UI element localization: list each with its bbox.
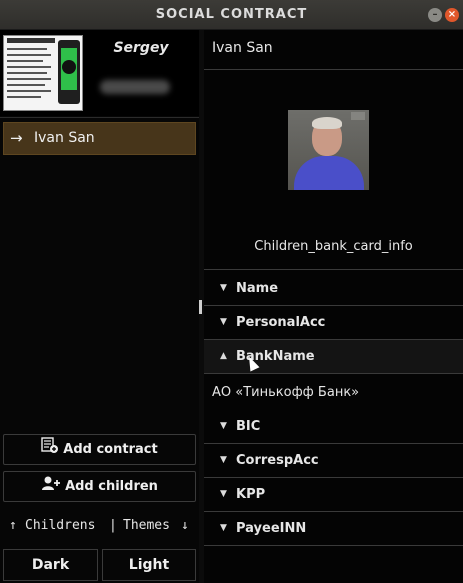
chevron-down-icon: ▼ [220,523,227,533]
chevron-down-icon: ▼ [220,421,227,431]
field-label: BIC [236,419,261,434]
dark-theme-button[interactable]: Dark [3,549,98,581]
window-title: SOCIAL CONTRACT [155,7,308,22]
chevron-down-icon: ▼ [220,489,227,499]
minimize-button[interactable]: – [428,8,442,22]
splitter-handle[interactable] [199,300,202,314]
divider [204,69,463,70]
field-bankname[interactable]: ▲ BankName [204,340,463,374]
profile-card: Sergey [0,30,199,116]
add-children-label: Add children [65,479,158,494]
title-bar: SOCIAL CONTRACT – × [0,0,463,30]
field-name[interactable]: ▼ Name [204,272,463,306]
add-contract-button[interactable]: Add contract [3,434,196,465]
themes-label: Themes [123,518,170,533]
arrow-up-icon: ↑ [9,518,17,533]
contact-name: Ivan San [34,130,95,146]
contact-item[interactable]: → Ivan San [3,122,196,155]
field-label: PayeeINN [236,521,307,536]
contract-add-icon [41,435,59,464]
field-label: Name [236,281,279,296]
chevron-down-icon: ▼ [220,455,227,465]
chevron-down-icon: ▼ [220,317,227,327]
toggle-separator: | [109,518,117,533]
arrow-right-icon: → [10,129,23,147]
field-label: KPP [236,487,266,502]
contact-title: Ivan San [212,40,273,56]
divider [0,117,199,118]
profile-thumbnail [3,35,83,111]
document-caption: Children_bank_card_info [254,239,413,254]
arrow-down-icon: ↓ [181,518,189,533]
light-theme-button[interactable]: Light [102,549,196,581]
user-add-icon [41,472,61,501]
field-bic[interactable]: ▼ BIC [204,410,463,444]
chevron-up-icon: ▲ [220,351,227,361]
add-children-button[interactable]: Add children [3,471,196,502]
add-contract-label: Add contract [63,442,158,457]
detail-pane: Ivan San Children_bank_card_info ▼ Name … [204,30,463,583]
field-payeeinn[interactable]: ▼ PayeeINN [204,512,463,546]
profile-name: Sergey [113,40,169,56]
bankname-value: АО «Тинькофф Банк» [212,385,360,400]
contact-photo [288,110,369,190]
field-label: CorrespAcc [236,453,319,468]
left-pane: Sergey → Ivan San Add contract Add child… [0,30,199,583]
close-button[interactable]: × [445,8,459,22]
field-correspacc[interactable]: ▼ CorrespAcc [204,444,463,478]
field-kpp[interactable]: ▼ KPP [204,478,463,512]
divider [204,269,463,270]
childrens-themes-toggle[interactable]: ↑ Childrens | Themes ↓ [3,510,196,542]
field-label: PersonalAcc [236,315,326,330]
childrens-label: Childrens [25,518,96,533]
field-personalacc[interactable]: ▼ PersonalAcc [204,306,463,340]
chevron-down-icon: ▼ [220,283,227,293]
divider [204,545,463,546]
profile-blurred-detail [100,80,170,94]
divider [204,373,463,374]
